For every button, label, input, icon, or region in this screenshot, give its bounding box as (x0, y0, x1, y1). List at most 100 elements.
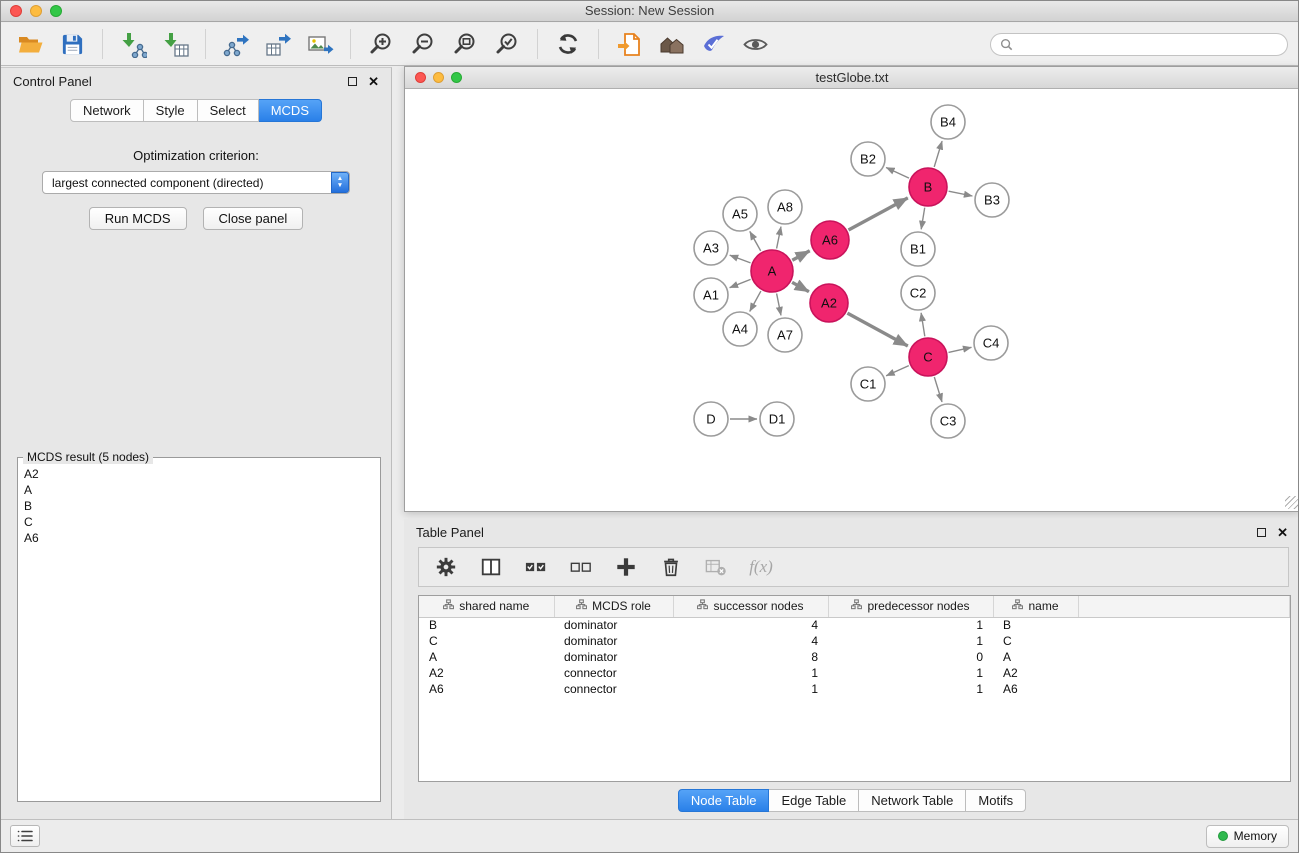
export-image-button[interactable] (301, 26, 339, 62)
node-A7[interactable]: A7 (768, 318, 802, 352)
minimize-window-button[interactable] (30, 5, 42, 17)
node-A8[interactable]: A8 (768, 190, 802, 224)
add-column-button[interactable] (613, 554, 639, 580)
edge-C-C4[interactable] (949, 347, 972, 352)
select-all-button[interactable] (523, 554, 549, 580)
function-builder-button[interactable]: f(x) (748, 554, 774, 580)
edge-A-A6[interactable] (792, 251, 809, 260)
edge-C-C3[interactable] (934, 377, 942, 402)
edge-B-B3[interactable] (949, 191, 973, 196)
column-visibility-button[interactable] (478, 554, 504, 580)
edge-A-A2[interactable] (792, 282, 809, 291)
edge-B-B2[interactable] (886, 168, 909, 179)
edge-A-A4[interactable] (750, 291, 761, 311)
network-window-titlebar[interactable]: testGlobe.txt (405, 67, 1299, 89)
delete-button[interactable] (658, 554, 684, 580)
memory-button[interactable]: Memory (1206, 825, 1289, 848)
node-D[interactable]: D (694, 402, 728, 436)
mcds-result-item[interactable]: A2 (24, 466, 374, 482)
close-panel-icon[interactable]: ✕ (368, 75, 379, 88)
show-graphics-button[interactable] (736, 26, 774, 62)
window-titlebar[interactable]: Session: New Session (1, 1, 1298, 22)
node-A6[interactable]: A6 (811, 221, 849, 259)
tab-style[interactable]: Style (144, 99, 198, 122)
tab-node-table[interactable]: Node Table (678, 789, 770, 812)
node-A3[interactable]: A3 (694, 231, 728, 265)
column-header-name[interactable]: name (993, 596, 1078, 617)
mcds-result-item[interactable]: C (24, 514, 374, 530)
close-panel-button[interactable]: Close panel (203, 207, 304, 230)
network-graph[interactable]: B4B2BB3A8A5A6A3B1AC2A1A2A4A7C4CC1DD1C3 (405, 89, 1299, 510)
import-network-button[interactable] (114, 26, 152, 62)
edge-B-B1[interactable] (921, 208, 925, 230)
save-button[interactable] (53, 26, 91, 62)
node-B1[interactable]: B1 (901, 232, 935, 266)
tab-motifs[interactable]: Motifs (966, 789, 1026, 812)
open-network-file-button[interactable] (610, 26, 648, 62)
criterion-dropdown[interactable]: largest connected component (directed) ▲… (42, 171, 350, 194)
network-minimize-button[interactable] (433, 72, 444, 83)
edge-A-A3[interactable] (730, 255, 751, 263)
node-B4[interactable]: B4 (931, 105, 965, 139)
table-row[interactable]: A6connector11A6 (419, 681, 1290, 697)
node-B[interactable]: B (909, 168, 947, 206)
node-D1[interactable]: D1 (760, 402, 794, 436)
refresh-button[interactable] (549, 26, 587, 62)
tab-network[interactable]: Network (70, 99, 144, 122)
node-A1[interactable]: A1 (694, 278, 728, 312)
table-row[interactable]: Cdominator41C (419, 633, 1290, 649)
network-zoom-button[interactable] (451, 72, 462, 83)
network-view-window[interactable]: testGlobe.txt B4B2BB3A8A5A6A3B1AC2A1A2A4… (404, 66, 1299, 512)
node-C3[interactable]: C3 (931, 404, 965, 438)
delete-table-button[interactable] (703, 554, 729, 580)
import-table-button[interactable] (156, 26, 194, 62)
edge-A-A8[interactable] (777, 227, 781, 249)
edge-A-A7[interactable] (777, 294, 781, 316)
mcds-result-item[interactable]: A (24, 482, 374, 498)
node-C2[interactable]: C2 (901, 276, 935, 310)
search-input[interactable] (1018, 37, 1278, 51)
node-C[interactable]: C (909, 338, 947, 376)
node-B3[interactable]: B3 (975, 183, 1009, 217)
search-box[interactable] (990, 33, 1288, 56)
column-header-mcds-role[interactable]: MCDS role (554, 596, 673, 617)
node-A5[interactable]: A5 (723, 197, 757, 231)
mcds-result-item[interactable]: A6 (24, 530, 374, 546)
zoom-in-button[interactable] (362, 26, 400, 62)
home-button[interactable] (652, 26, 690, 62)
node-C1[interactable]: C1 (851, 367, 885, 401)
table-settings-button[interactable] (433, 554, 459, 580)
edge-B-B4[interactable] (934, 141, 942, 167)
float-table-panel-icon[interactable] (1257, 528, 1266, 537)
tab-select[interactable]: Select (198, 99, 259, 122)
zoom-selected-button[interactable] (488, 26, 526, 62)
close-table-panel-icon[interactable]: ✕ (1277, 526, 1288, 539)
node-A2[interactable]: A2 (810, 284, 848, 322)
zoom-fit-button[interactable] (446, 26, 484, 62)
resize-handle[interactable] (1285, 496, 1298, 509)
open-folder-button[interactable] (11, 26, 49, 62)
edge-A-A5[interactable] (750, 231, 761, 251)
table-row[interactable]: Adominator80A (419, 649, 1290, 665)
tab-mcds[interactable]: MCDS (259, 99, 322, 122)
column-header-shared-name[interactable]: shared name (419, 596, 554, 617)
deselect-all-button[interactable] (568, 554, 594, 580)
tab-network-table[interactable]: Network Table (859, 789, 966, 812)
network-close-button[interactable] (415, 72, 426, 83)
node-A[interactable]: A (751, 250, 793, 292)
task-history-button[interactable] (10, 825, 40, 847)
zoom-out-button[interactable] (404, 26, 442, 62)
float-panel-icon[interactable] (348, 77, 357, 86)
node-table-container[interactable]: shared nameMCDS rolesuccessor nodesprede… (418, 595, 1291, 782)
edge-C-C2[interactable] (921, 313, 925, 337)
node-B2[interactable]: B2 (851, 142, 885, 176)
node-C4[interactable]: C4 (974, 326, 1008, 360)
zoom-window-button[interactable] (50, 5, 62, 17)
column-header-successor-nodes[interactable]: successor nodes (673, 596, 828, 617)
close-window-button[interactable] (10, 5, 22, 17)
edge-A6-B[interactable] (849, 198, 908, 230)
column-header-predecessor-nodes[interactable]: predecessor nodes (828, 596, 993, 617)
table-row[interactable]: A2connector11A2 (419, 665, 1290, 681)
apply-style-button[interactable] (694, 26, 732, 62)
export-network-button[interactable] (217, 26, 255, 62)
